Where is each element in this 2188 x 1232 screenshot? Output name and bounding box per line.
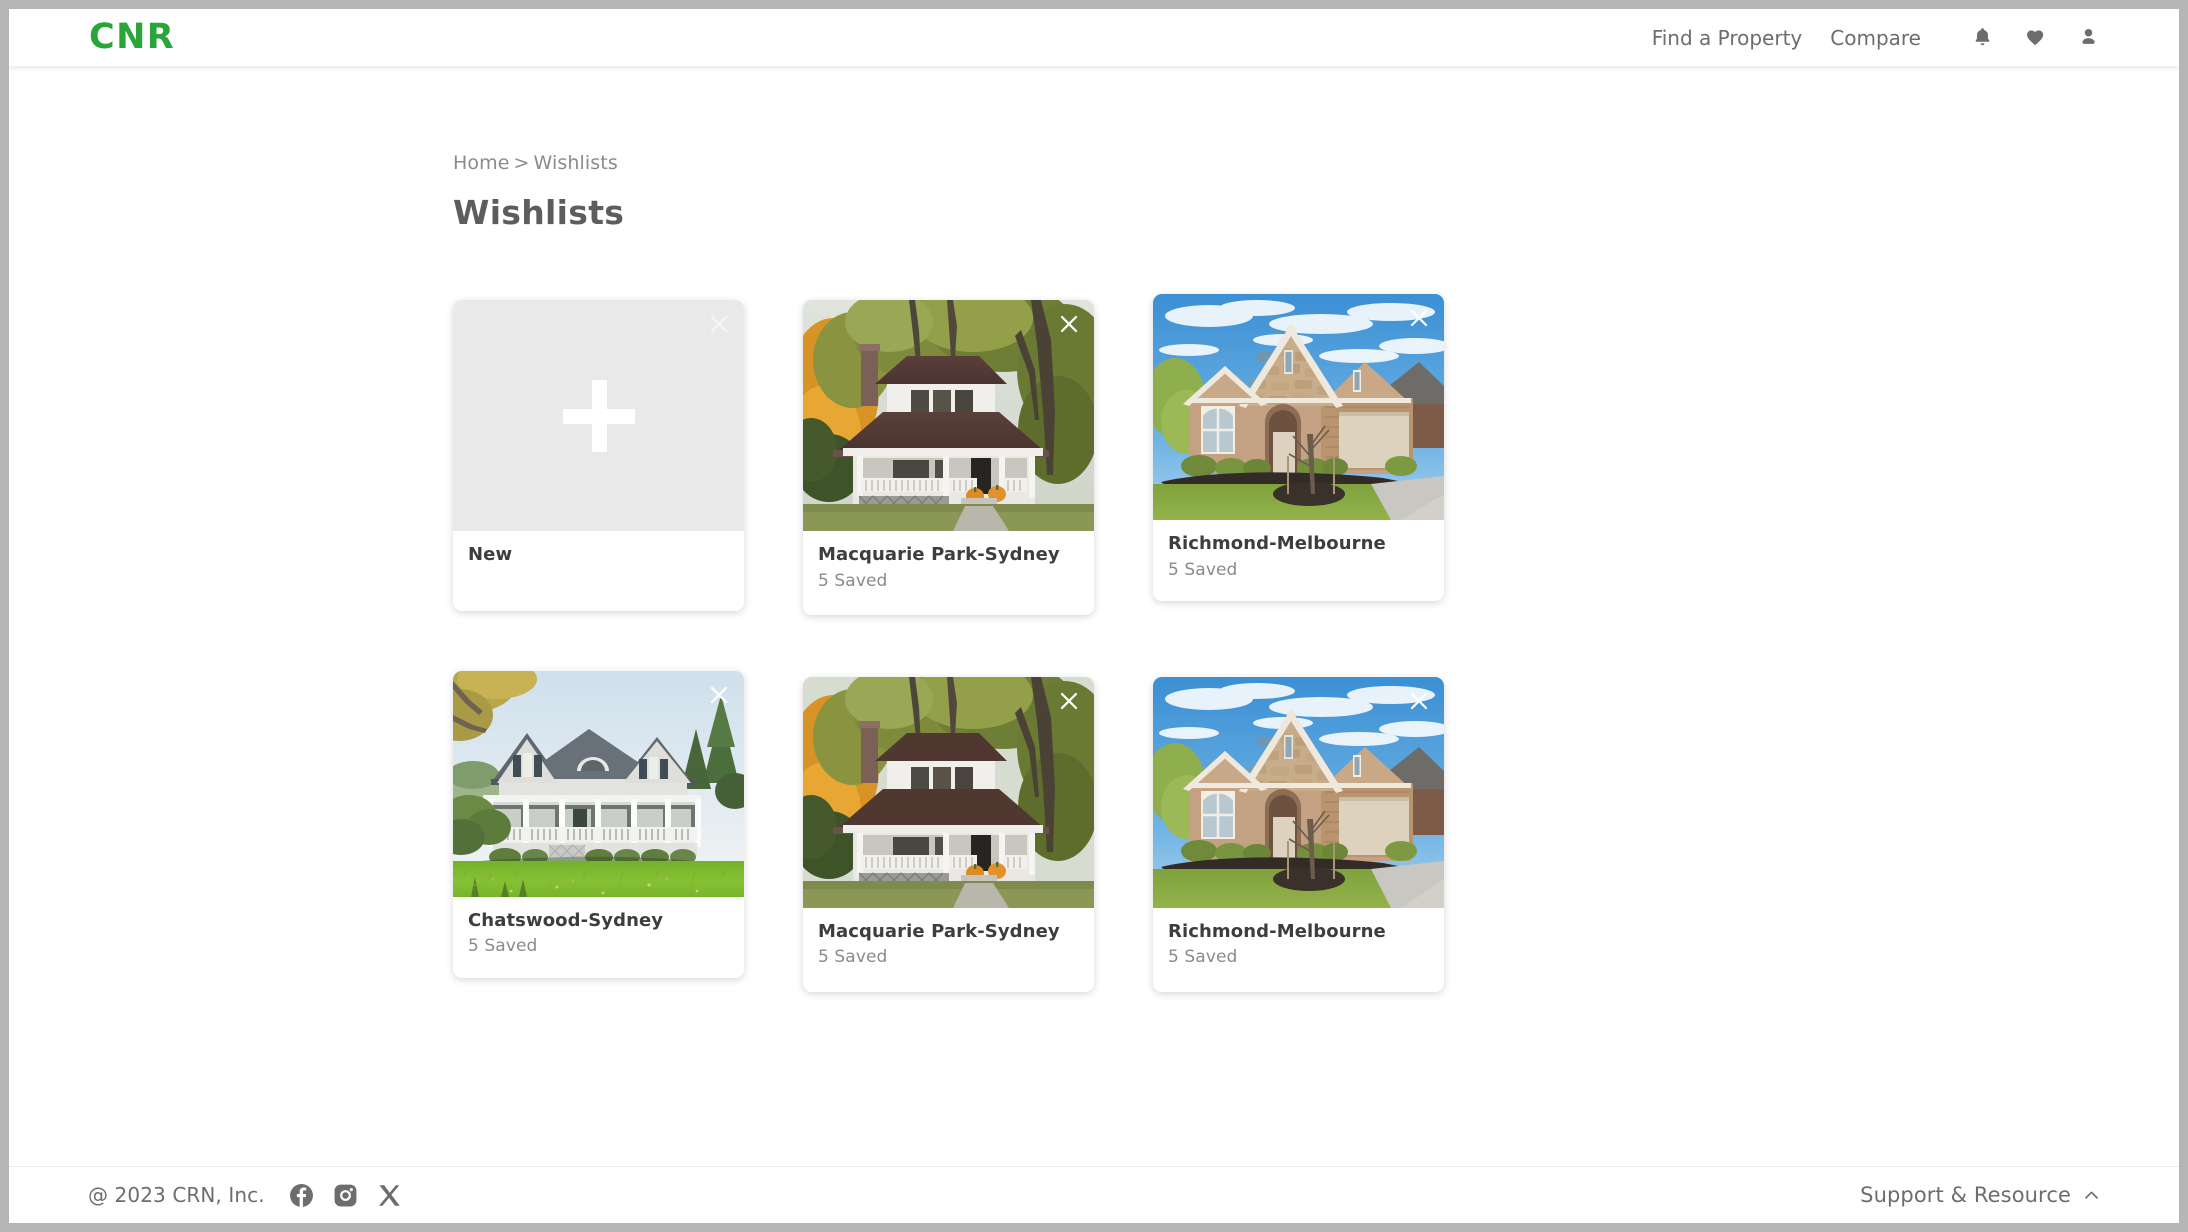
card-body: Chatswood-Sydney 5 Saved bbox=[453, 896, 744, 978]
wishlist-card-macquarie-park-sydney-2[interactable]: Macquarie Park-Sydney 5 Saved bbox=[803, 676, 1094, 992]
card-title: Macquarie Park-Sydney bbox=[818, 544, 1060, 565]
card-slot: Macquarie Park-Sydney 5 Saved bbox=[803, 676, 1153, 992]
card-title: Richmond-Melbourne bbox=[1168, 920, 1386, 942]
header-nav: Find a Property Compare bbox=[1652, 25, 2101, 51]
chevron-up-icon bbox=[2082, 1186, 2101, 1205]
card-saved-count: 5 Saved bbox=[1168, 947, 1238, 968]
close-icon[interactable] bbox=[1405, 304, 1433, 332]
wishlist-card-grid: New Macquarie Park-Sydney 5 Saved Richmo… bbox=[453, 294, 1833, 1054]
card-body: New bbox=[453, 531, 744, 611]
close-icon[interactable] bbox=[1055, 310, 1083, 338]
facebook-icon[interactable] bbox=[288, 1182, 315, 1209]
close-icon[interactable] bbox=[1055, 687, 1083, 715]
card-title: New bbox=[468, 544, 513, 565]
card-title: Richmond-Melbourne bbox=[1168, 533, 1386, 554]
close-icon[interactable] bbox=[705, 310, 733, 338]
card-body: Macquarie Park-Sydney 5 Saved bbox=[803, 531, 1094, 615]
wishlist-card-macquarie-park-sydney[interactable]: Macquarie Park-Sydney 5 Saved bbox=[803, 300, 1094, 615]
page-body: Home > Wishlists Wishlists New Macquarie… bbox=[9, 66, 2179, 1223]
card-thumbnail-white-craftsman-house-autumn[interactable] bbox=[803, 300, 1094, 531]
breadcrumb-current[interactable]: Wishlists bbox=[534, 152, 618, 174]
support-resource-label: Support & Resource bbox=[1860, 1183, 2071, 1207]
card-title: Chatswood-Sydney bbox=[468, 909, 664, 931]
card-saved-count: 5 Saved bbox=[818, 947, 888, 968]
card-thumbnail-placeholder[interactable] bbox=[453, 300, 744, 531]
content-column: Home > Wishlists Wishlists New Macquarie… bbox=[9, 66, 2179, 1054]
wishlist-card-richmond-melbourne-2[interactable]: Richmond-Melbourne 5 Saved bbox=[1153, 676, 1444, 992]
card-slot: Macquarie Park-Sydney 5 Saved bbox=[803, 300, 1153, 615]
card-slot: New bbox=[453, 300, 803, 615]
wishlist-card-richmond-melbourne[interactable]: Richmond-Melbourne 5 Saved bbox=[1153, 294, 1444, 601]
card-thumbnail-stone-brick-house-blue-sky[interactable] bbox=[1153, 294, 1444, 520]
brand-logo[interactable]: CNR bbox=[89, 20, 175, 55]
plus-icon bbox=[562, 379, 635, 452]
wishlist-card-chatswood-sydney[interactable]: Chatswood-Sydney 5 Saved bbox=[453, 670, 744, 978]
bell-icon[interactable] bbox=[1969, 25, 1995, 51]
site-footer: @ 2023 CRN, Inc. Support & Resource bbox=[9, 1166, 2179, 1223]
card-saved-count: 5 Saved bbox=[818, 570, 888, 591]
card-saved-count: 5 Saved bbox=[468, 936, 538, 957]
card-thumbnail-stone-brick-house-blue-sky[interactable] bbox=[1153, 676, 1444, 908]
support-resource-button[interactable]: Support & Resource bbox=[1860, 1183, 2101, 1207]
card-body: Richmond-Melbourne 5 Saved bbox=[1153, 520, 1444, 601]
breadcrumb-separator: > bbox=[513, 152, 530, 174]
browser-window: CNR Find a Property Compare Home > Wishl… bbox=[9, 9, 2179, 1223]
copyright-text: @ 2023 CRN, Inc. bbox=[88, 1183, 265, 1207]
page-title: Wishlists bbox=[453, 193, 625, 232]
card-slot: Richmond-Melbourne 5 Saved bbox=[1153, 676, 1503, 992]
instagram-icon[interactable] bbox=[332, 1182, 359, 1209]
card-thumbnail-white-farmhouse-wrap-porch[interactable] bbox=[453, 670, 744, 897]
x-icon[interactable] bbox=[376, 1182, 403, 1209]
heart-icon[interactable] bbox=[2022, 25, 2048, 51]
breadcrumb-home[interactable]: Home bbox=[453, 152, 510, 174]
close-icon[interactable] bbox=[1405, 687, 1433, 715]
card-saved-count: 5 Saved bbox=[1168, 559, 1238, 580]
card-body: Richmond-Melbourne 5 Saved bbox=[1153, 907, 1444, 992]
card-body: Macquarie Park-Sydney 5 Saved bbox=[803, 907, 1094, 992]
wishlist-card-new[interactable]: New bbox=[453, 300, 744, 611]
card-slot: Chatswood-Sydney 5 Saved bbox=[453, 670, 803, 992]
header-icon-group bbox=[1969, 25, 2101, 51]
close-icon[interactable] bbox=[705, 681, 733, 709]
person-icon[interactable] bbox=[2075, 25, 2101, 51]
card-thumbnail-white-craftsman-house-autumn[interactable] bbox=[803, 676, 1094, 908]
social-links bbox=[288, 1182, 403, 1209]
nav-find-a-property[interactable]: Find a Property bbox=[1652, 26, 1803, 50]
breadcrumb: Home > Wishlists bbox=[453, 152, 2179, 174]
card-title: Macquarie Park-Sydney bbox=[818, 920, 1060, 942]
nav-compare[interactable]: Compare bbox=[1830, 26, 1921, 50]
card-slot: Richmond-Melbourne 5 Saved bbox=[1153, 294, 1503, 615]
site-header: CNR Find a Property Compare bbox=[9, 9, 2179, 66]
